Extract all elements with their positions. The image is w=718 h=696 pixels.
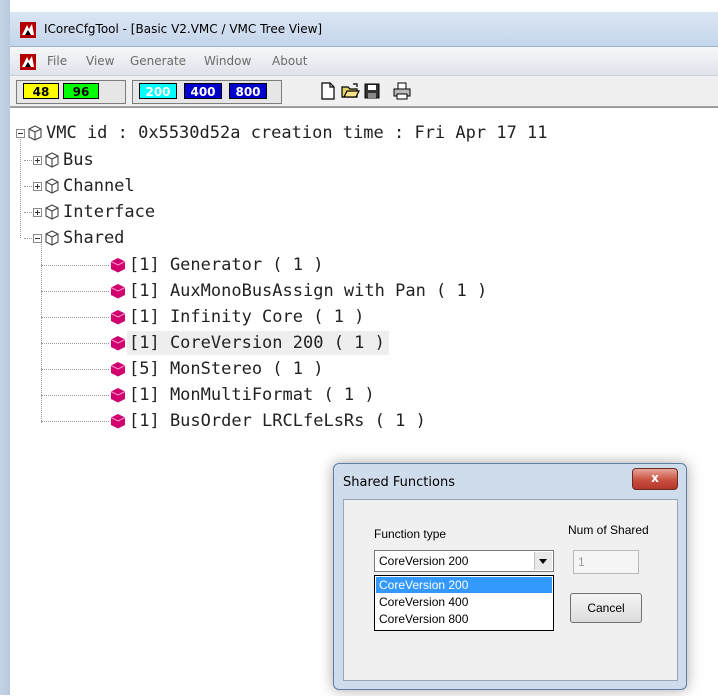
function-option-200[interactable]: CoreVersion 200 <box>376 577 552 593</box>
app-window: ICoreCfgTool - [Basic V2.VMC / VMC Tree … <box>0 0 718 696</box>
shared-item-label: [1] AuxMonoBusAssign with Pan ( 1 ) <box>129 281 488 301</box>
version-800-button[interactable]: 800 <box>229 83 267 99</box>
version-200-button[interactable]: 200 <box>139 83 177 99</box>
shared-item-label: [5] MonStereo ( 1 ) <box>129 359 324 379</box>
print-icon[interactable] <box>392 81 412 101</box>
function-node-icon <box>110 414 126 429</box>
menu-window[interactable]: Window <box>204 54 251 68</box>
shared-functions-dialog: Shared Functions x Function type Num of … <box>333 463 687 690</box>
chevron-down-icon[interactable] <box>534 552 552 570</box>
dialog-title: Shared Functions <box>343 475 455 490</box>
menu-about[interactable]: About <box>272 54 307 68</box>
window-frame <box>0 0 10 695</box>
sample-rate-group: 48 96 <box>16 80 126 104</box>
function-node-icon <box>110 336 126 351</box>
expand-icon[interactable] <box>33 156 42 165</box>
node-cube-icon <box>45 230 59 246</box>
rate-48-button[interactable]: 48 <box>23 83 59 99</box>
function-node-icon <box>110 362 126 377</box>
menu-file[interactable]: File <box>47 54 67 68</box>
tree-group-label: Shared <box>63 228 125 248</box>
function-option-800[interactable]: CoreVersion 800 <box>376 611 552 627</box>
toolbar: 48 96 200 400 800 <box>10 76 718 107</box>
open-folder-icon[interactable] <box>340 81 360 101</box>
node-cube-icon <box>45 152 59 168</box>
cancel-button[interactable]: Cancel <box>570 593 642 623</box>
node-cube-icon <box>45 204 59 220</box>
window-title: ICoreCfgTool - [Basic V2.VMC / VMC Tree … <box>44 22 323 36</box>
title-bar[interactable]: ICoreCfgTool - [Basic V2.VMC / VMC Tree … <box>10 12 718 47</box>
function-node-icon <box>110 388 126 403</box>
menu-view[interactable]: View <box>86 54 114 68</box>
tree-group-label: Channel <box>63 176 135 196</box>
function-type-select[interactable]: CoreVersion 200 <box>374 550 554 572</box>
collapse-icon[interactable] <box>16 129 25 138</box>
function-type-dropdown-list: CoreVersion 200 CoreVersion 400 CoreVers… <box>374 575 554 631</box>
function-option-400[interactable]: CoreVersion 400 <box>376 594 552 610</box>
expand-icon[interactable] <box>33 182 42 191</box>
menu-generate[interactable]: Generate <box>130 54 186 68</box>
rate-96-button[interactable]: 96 <box>63 83 99 99</box>
app-icon <box>20 22 36 38</box>
shared-item-label: [1] Infinity Core ( 1 ) <box>129 307 365 327</box>
num-shared-field[interactable]: 1 <box>573 550 639 574</box>
version-400-button[interactable]: 400 <box>184 83 222 99</box>
node-cube-icon <box>45 178 59 194</box>
expand-icon[interactable] <box>33 208 42 217</box>
shared-item-label: [1] Generator ( 1 ) <box>129 255 324 275</box>
collapse-icon[interactable] <box>33 234 42 243</box>
node-cube-icon <box>28 125 42 141</box>
app-menu-icon[interactable] <box>20 54 36 70</box>
num-shared-label: Num of Shared <box>568 523 649 537</box>
close-icon: x <box>651 471 659 485</box>
shared-item-label: [1] MonMultiFormat ( 1 ) <box>129 385 375 405</box>
save-icon[interactable] <box>362 81 382 101</box>
new-document-icon[interactable] <box>318 81 338 101</box>
tree-root-label: VMC id : 0x5530d52a creation time : Fri … <box>46 123 548 143</box>
num-shared-value: 1 <box>578 555 585 569</box>
tree-group-label: Interface <box>63 202 156 222</box>
dialog-body: Function type Num of Shared CoreVersion … <box>343 499 678 681</box>
shared-item-label: [1] CoreVersion 200 ( 1 ) <box>127 331 389 355</box>
close-button[interactable]: x <box>632 468 678 490</box>
tree-group-label: Bus <box>63 150 94 170</box>
function-type-value: CoreVersion 200 <box>379 554 469 568</box>
function-type-label: Function type <box>374 527 447 541</box>
menu-bar: File View Generate Window About <box>10 47 718 76</box>
version-group: 200 400 800 <box>132 80 282 104</box>
function-node-icon <box>110 258 126 273</box>
function-node-icon <box>110 310 126 325</box>
shared-item-label: [1] BusOrder LRCLfeLsRs ( 1 ) <box>129 411 426 431</box>
function-node-icon <box>110 284 126 299</box>
